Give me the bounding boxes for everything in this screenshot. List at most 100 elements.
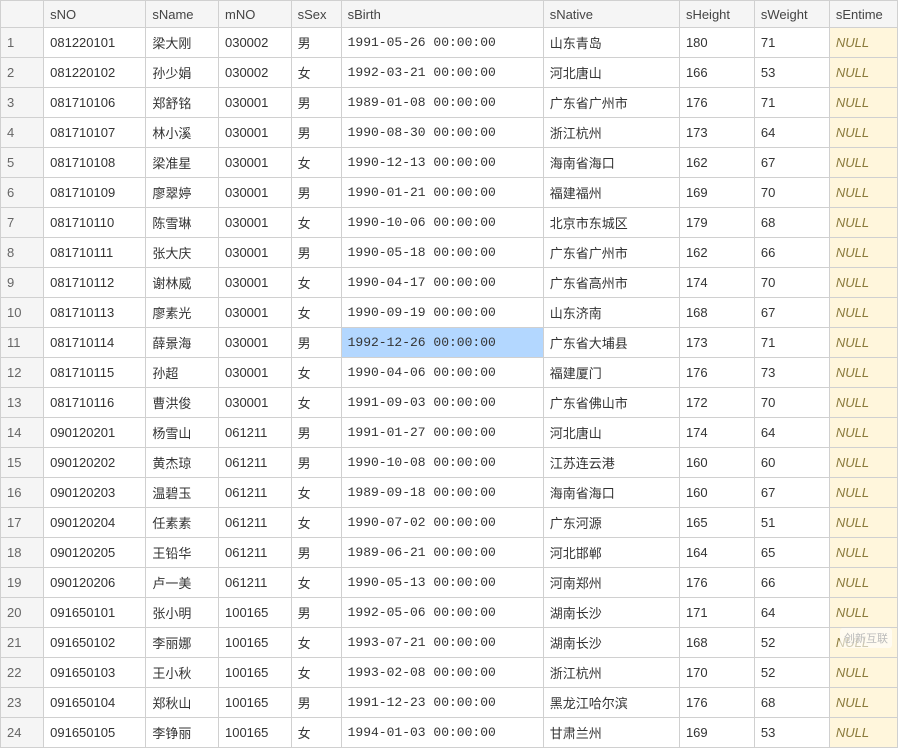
cell-mno[interactable]: 061211 xyxy=(218,538,291,568)
cell-sno[interactable]: 081710106 xyxy=(44,88,146,118)
cell-mno[interactable]: 061211 xyxy=(218,478,291,508)
cell-sbirth[interactable]: 1993-02-08 00:00:00 xyxy=(341,658,543,688)
cell-sentime[interactable]: NULL xyxy=(829,358,897,388)
cell-sname[interactable]: 温碧玉 xyxy=(146,478,219,508)
cell-mno[interactable]: 061211 xyxy=(218,508,291,538)
cell-mno[interactable]: 100165 xyxy=(218,628,291,658)
cell-sentime[interactable]: NULL xyxy=(829,478,897,508)
cell-sbirth[interactable]: 1991-01-27 00:00:00 xyxy=(341,418,543,448)
cell-sname[interactable]: 卢一美 xyxy=(146,568,219,598)
table-row[interactable]: 15090120202黄杰琼061211男1990-10-08 00:00:00… xyxy=(1,448,898,478)
table-row[interactable]: 23091650104郑秋山100165男1991-12-23 00:00:00… xyxy=(1,688,898,718)
cell-mno[interactable]: 061211 xyxy=(218,568,291,598)
cell-sname[interactable]: 廖翠婷 xyxy=(146,178,219,208)
cell-ssex[interactable]: 女 xyxy=(291,658,341,688)
cell-snative[interactable]: 江苏连云港 xyxy=(543,448,679,478)
cell-sweight[interactable]: 60 xyxy=(754,448,829,478)
table-row[interactable]: 1081220101梁大刚030002男1991-05-26 00:00:00山… xyxy=(1,28,898,58)
header-ssex[interactable]: sSex xyxy=(291,1,341,28)
cell-snative[interactable]: 浙江杭州 xyxy=(543,658,679,688)
row-number[interactable]: 16 xyxy=(1,478,44,508)
cell-mno[interactable]: 030001 xyxy=(218,268,291,298)
cell-sbirth[interactable]: 1989-06-21 00:00:00 xyxy=(341,538,543,568)
cell-sweight[interactable]: 53 xyxy=(754,58,829,88)
cell-mno[interactable]: 030001 xyxy=(218,148,291,178)
cell-ssex[interactable]: 女 xyxy=(291,508,341,538)
cell-sentime[interactable]: NULL xyxy=(829,568,897,598)
cell-sheight[interactable]: 169 xyxy=(679,718,754,748)
cell-snative[interactable]: 广东省广州市 xyxy=(543,238,679,268)
row-number[interactable]: 5 xyxy=(1,148,44,178)
row-number[interactable]: 15 xyxy=(1,448,44,478)
cell-mno[interactable]: 030001 xyxy=(218,328,291,358)
cell-sname[interactable]: 郑秋山 xyxy=(146,688,219,718)
table-row[interactable]: 17090120204任素素061211女1990-07-02 00:00:00… xyxy=(1,508,898,538)
cell-ssex[interactable]: 男 xyxy=(291,88,341,118)
cell-snative[interactable]: 广东省佛山市 xyxy=(543,388,679,418)
cell-sbirth[interactable]: 1993-07-21 00:00:00 xyxy=(341,628,543,658)
cell-sno[interactable]: 090120206 xyxy=(44,568,146,598)
row-number[interactable]: 20 xyxy=(1,598,44,628)
cell-ssex[interactable]: 男 xyxy=(291,688,341,718)
cell-sweight[interactable]: 52 xyxy=(754,628,829,658)
cell-sweight[interactable]: 71 xyxy=(754,28,829,58)
cell-sbirth[interactable]: 1990-04-17 00:00:00 xyxy=(341,268,543,298)
cell-snative[interactable]: 山东济南 xyxy=(543,298,679,328)
cell-sno[interactable]: 081710113 xyxy=(44,298,146,328)
row-number[interactable]: 3 xyxy=(1,88,44,118)
cell-mno[interactable]: 061211 xyxy=(218,448,291,478)
cell-sentime[interactable]: NULL xyxy=(829,208,897,238)
cell-sentime[interactable]: NULL xyxy=(829,88,897,118)
cell-sheight[interactable]: 168 xyxy=(679,298,754,328)
cell-sname[interactable]: 李丽娜 xyxy=(146,628,219,658)
header-sheight[interactable]: sHeight xyxy=(679,1,754,28)
cell-sheight[interactable]: 170 xyxy=(679,658,754,688)
table-row[interactable]: 24091650105李铮丽100165女1994-01-03 00:00:00… xyxy=(1,718,898,748)
cell-sentime[interactable]: NULL xyxy=(829,598,897,628)
cell-sweight[interactable]: 51 xyxy=(754,508,829,538)
cell-snative[interactable]: 河南郑州 xyxy=(543,568,679,598)
header-sname[interactable]: sName xyxy=(146,1,219,28)
cell-sno[interactable]: 081710107 xyxy=(44,118,146,148)
cell-sname[interactable]: 李铮丽 xyxy=(146,718,219,748)
cell-sentime[interactable]: NULL xyxy=(829,28,897,58)
cell-sentime[interactable]: NULL xyxy=(829,238,897,268)
cell-sentime[interactable]: NULL xyxy=(829,718,897,748)
cell-sentime[interactable]: NULL xyxy=(829,658,897,688)
row-number[interactable]: 14 xyxy=(1,418,44,448)
cell-ssex[interactable]: 女 xyxy=(291,298,341,328)
cell-sname[interactable]: 任素素 xyxy=(146,508,219,538)
cell-ssex[interactable]: 女 xyxy=(291,208,341,238)
row-number[interactable]: 4 xyxy=(1,118,44,148)
cell-snative[interactable]: 河北唐山 xyxy=(543,418,679,448)
cell-sbirth[interactable]: 1991-12-23 00:00:00 xyxy=(341,688,543,718)
cell-sbirth[interactable]: 1990-12-13 00:00:00 xyxy=(341,148,543,178)
table-row[interactable]: 20091650101张小明100165男1992-05-06 00:00:00… xyxy=(1,598,898,628)
header-sbirth[interactable]: sBirth xyxy=(341,1,543,28)
cell-sweight[interactable]: 52 xyxy=(754,658,829,688)
cell-sno[interactable]: 081710111 xyxy=(44,238,146,268)
cell-sheight[interactable]: 176 xyxy=(679,358,754,388)
cell-snative[interactable]: 广东省大埔县 xyxy=(543,328,679,358)
cell-ssex[interactable]: 男 xyxy=(291,238,341,268)
table-row[interactable]: 4081710107林小溪030001男1990-08-30 00:00:00浙… xyxy=(1,118,898,148)
cell-sheight[interactable]: 173 xyxy=(679,328,754,358)
cell-sno[interactable]: 090120205 xyxy=(44,538,146,568)
cell-snative[interactable]: 广东省高州市 xyxy=(543,268,679,298)
row-number[interactable]: 8 xyxy=(1,238,44,268)
cell-snative[interactable]: 山东青岛 xyxy=(543,28,679,58)
cell-snative[interactable]: 河北邯郸 xyxy=(543,538,679,568)
table-row[interactable]: 5081710108梁准星030001女1990-12-13 00:00:00海… xyxy=(1,148,898,178)
row-number[interactable]: 18 xyxy=(1,538,44,568)
cell-ssex[interactable]: 女 xyxy=(291,388,341,418)
cell-ssex[interactable]: 男 xyxy=(291,538,341,568)
cell-snative[interactable]: 广东省广州市 xyxy=(543,88,679,118)
cell-sbirth[interactable]: 1992-05-06 00:00:00 xyxy=(341,598,543,628)
data-grid[interactable]: sNO sName mNO sSex sBirth sNative sHeigh… xyxy=(0,0,898,748)
cell-sbirth[interactable]: 1989-09-18 00:00:00 xyxy=(341,478,543,508)
row-number[interactable]: 13 xyxy=(1,388,44,418)
row-number[interactable]: 12 xyxy=(1,358,44,388)
cell-ssex[interactable]: 女 xyxy=(291,478,341,508)
table-row[interactable]: 10081710113廖素光030001女1990-09-19 00:00:00… xyxy=(1,298,898,328)
cell-ssex[interactable]: 男 xyxy=(291,178,341,208)
